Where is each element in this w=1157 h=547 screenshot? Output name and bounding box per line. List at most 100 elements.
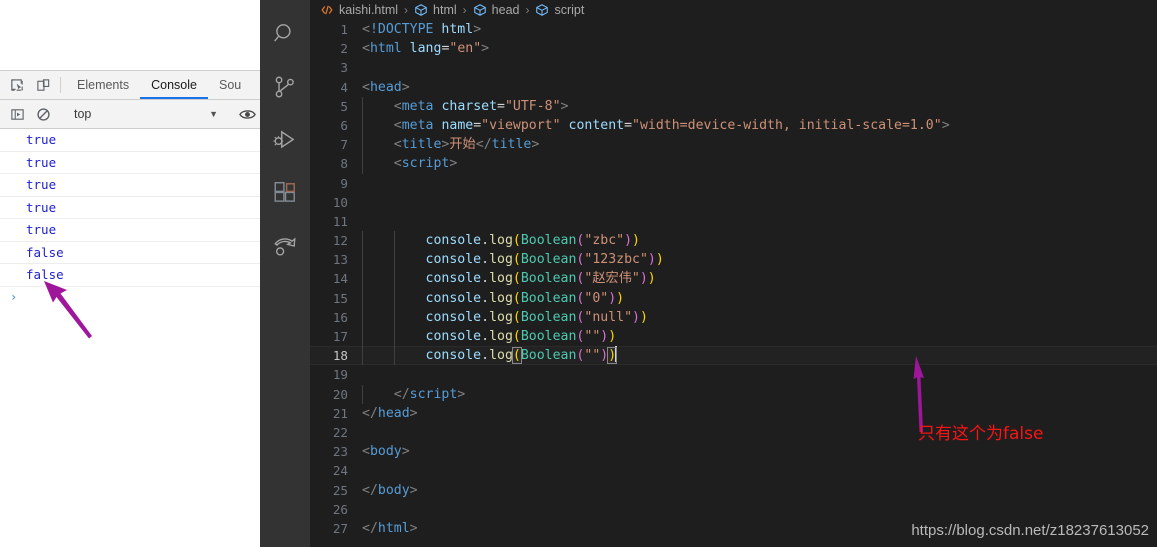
code-line[interactable]: 12 console.log(Boolean("zbc")) (310, 231, 1157, 251)
breadcrumb-item-file[interactable]: kaishi.html (320, 3, 398, 18)
breadcrumb-item-head[interactable]: head (473, 3, 519, 18)
line-number: 23 (332, 444, 348, 460)
line-number: 11 (332, 213, 348, 229)
code-line[interactable]: 24 (310, 461, 1157, 480)
code-token: console (425, 271, 482, 287)
code-line[interactable]: 18 console.log(Boolean("")) (310, 346, 1157, 366)
console-sidebar-toggle-icon[interactable] (4, 107, 30, 122)
line-text: <meta charset="UTF-8"> (362, 96, 569, 116)
tab-console[interactable]: Console (140, 71, 208, 99)
code-line[interactable]: 23 <body> (310, 442, 1157, 461)
console-entry[interactable]: false (0, 264, 260, 287)
code-line[interactable]: 16 console.log(Boolean("null")) (310, 307, 1157, 328)
code-token: Boolean (520, 271, 577, 287)
code-token: html (441, 22, 474, 37)
code-line[interactable]: 19 (310, 365, 1157, 384)
console-entry[interactable]: true (0, 129, 260, 152)
code-token: console (425, 252, 482, 268)
code-token: title (401, 137, 442, 153)
code-line[interactable]: 7 <title>开始</title> (310, 135, 1157, 155)
console-entry[interactable]: false (0, 242, 260, 264)
search-icon[interactable] (265, 16, 305, 52)
code-token: ( (512, 290, 521, 306)
code-line[interactable]: 2 <html lang="en"> (310, 39, 1157, 58)
code-line[interactable]: 15 console.log(Boolean("0")) (310, 288, 1157, 308)
code-line[interactable]: 20 </script> (310, 384, 1157, 404)
code-token: < (362, 79, 370, 95)
code-editor-content[interactable]: 1 <!DOCTYPE html> 2 <html lang="en"> 3 4 <head… (310, 20, 1157, 538)
remote-explorer-icon[interactable] (265, 228, 305, 264)
source-control-icon[interactable] (265, 69, 305, 105)
code-token: Boolean (520, 309, 577, 325)
code-token: "UTF-8" (504, 98, 561, 114)
clear-console-icon[interactable] (30, 107, 56, 122)
code-line[interactable]: 26 (310, 500, 1157, 519)
console-entry[interactable]: true (0, 174, 260, 197)
line-text: console.log(Boolean("123zbc")) (362, 250, 664, 270)
line-number: 22 (332, 424, 348, 440)
code-token: ) (639, 309, 648, 325)
line-text: console.log(Boolean("赵宏伟")) (362, 269, 656, 289)
code-token: Boolean (520, 252, 577, 268)
code-token: console (425, 329, 482, 344)
live-expression-eye-icon[interactable] (234, 107, 260, 122)
code-token: < (362, 41, 370, 57)
code-token: > (449, 156, 458, 172)
code-line[interactable]: 8 <script> (310, 154, 1157, 174)
code-token: script (409, 386, 458, 402)
line-number: 3 (340, 60, 348, 76)
code-token: console (425, 348, 482, 364)
code-token: log (489, 252, 513, 268)
inspect-element-icon[interactable] (4, 71, 30, 99)
console-input-prompt[interactable]: › (0, 287, 260, 309)
code-line[interactable]: 6 <meta name="viewport" content="width=d… (310, 115, 1157, 136)
code-line[interactable]: 25 </body> (310, 481, 1157, 500)
code-token: . (481, 329, 490, 344)
code-line[interactable]: 13 console.log(Boolean("123zbc")) (310, 250, 1157, 270)
code-token: > (531, 137, 540, 153)
code-token: . (481, 271, 490, 287)
console-entry[interactable]: true (0, 152, 260, 174)
tab-sources[interactable]: Sou (208, 71, 252, 99)
device-toolbar-icon[interactable] (30, 71, 56, 99)
line-text: </script> (362, 384, 465, 404)
line-number: 25 (332, 482, 348, 498)
code-token: lang (409, 41, 442, 57)
code-line[interactable]: 11 (310, 212, 1157, 231)
line-number: 10 (332, 194, 348, 210)
code-line[interactable]: 1 <!DOCTYPE html> (310, 20, 1157, 39)
execution-context-select[interactable]: top ▼ (66, 104, 224, 124)
line-number: 14 (332, 271, 348, 287)
code-token: "" (584, 348, 601, 364)
line-number: 18 (332, 348, 348, 364)
breadcrumb-item-html[interactable]: html (414, 3, 457, 18)
code-line[interactable]: 3 (310, 58, 1157, 77)
console-entry[interactable]: true (0, 197, 260, 219)
code-line[interactable]: 9 (310, 174, 1157, 193)
code-token: </ (362, 482, 378, 498)
code-line[interactable]: 4 <head> (310, 78, 1157, 97)
line-number: 16 (332, 309, 348, 325)
code-token: < (393, 117, 402, 133)
line-text: <!DOCTYPE html> (362, 20, 481, 39)
code-line[interactable]: 5 <meta charset="UTF-8"> (310, 96, 1157, 116)
line-number: 12 (332, 233, 348, 249)
code-token: ( (512, 309, 521, 325)
code-line[interactable]: 17 console.log(Boolean("")) (310, 327, 1157, 347)
tab-elements[interactable]: Elements (66, 71, 140, 99)
extensions-icon[interactable] (265, 175, 305, 211)
code-line[interactable]: 14 console.log(Boolean("赵宏伟")) (310, 269, 1157, 289)
breadcrumb-item-script[interactable]: script (535, 3, 584, 18)
code-token: log (489, 233, 513, 249)
code-line[interactable]: 10 (310, 193, 1157, 212)
code-token: "viewport" (481, 117, 561, 133)
console-entry[interactable]: true (0, 219, 260, 242)
run-and-debug-icon[interactable] (265, 122, 305, 158)
